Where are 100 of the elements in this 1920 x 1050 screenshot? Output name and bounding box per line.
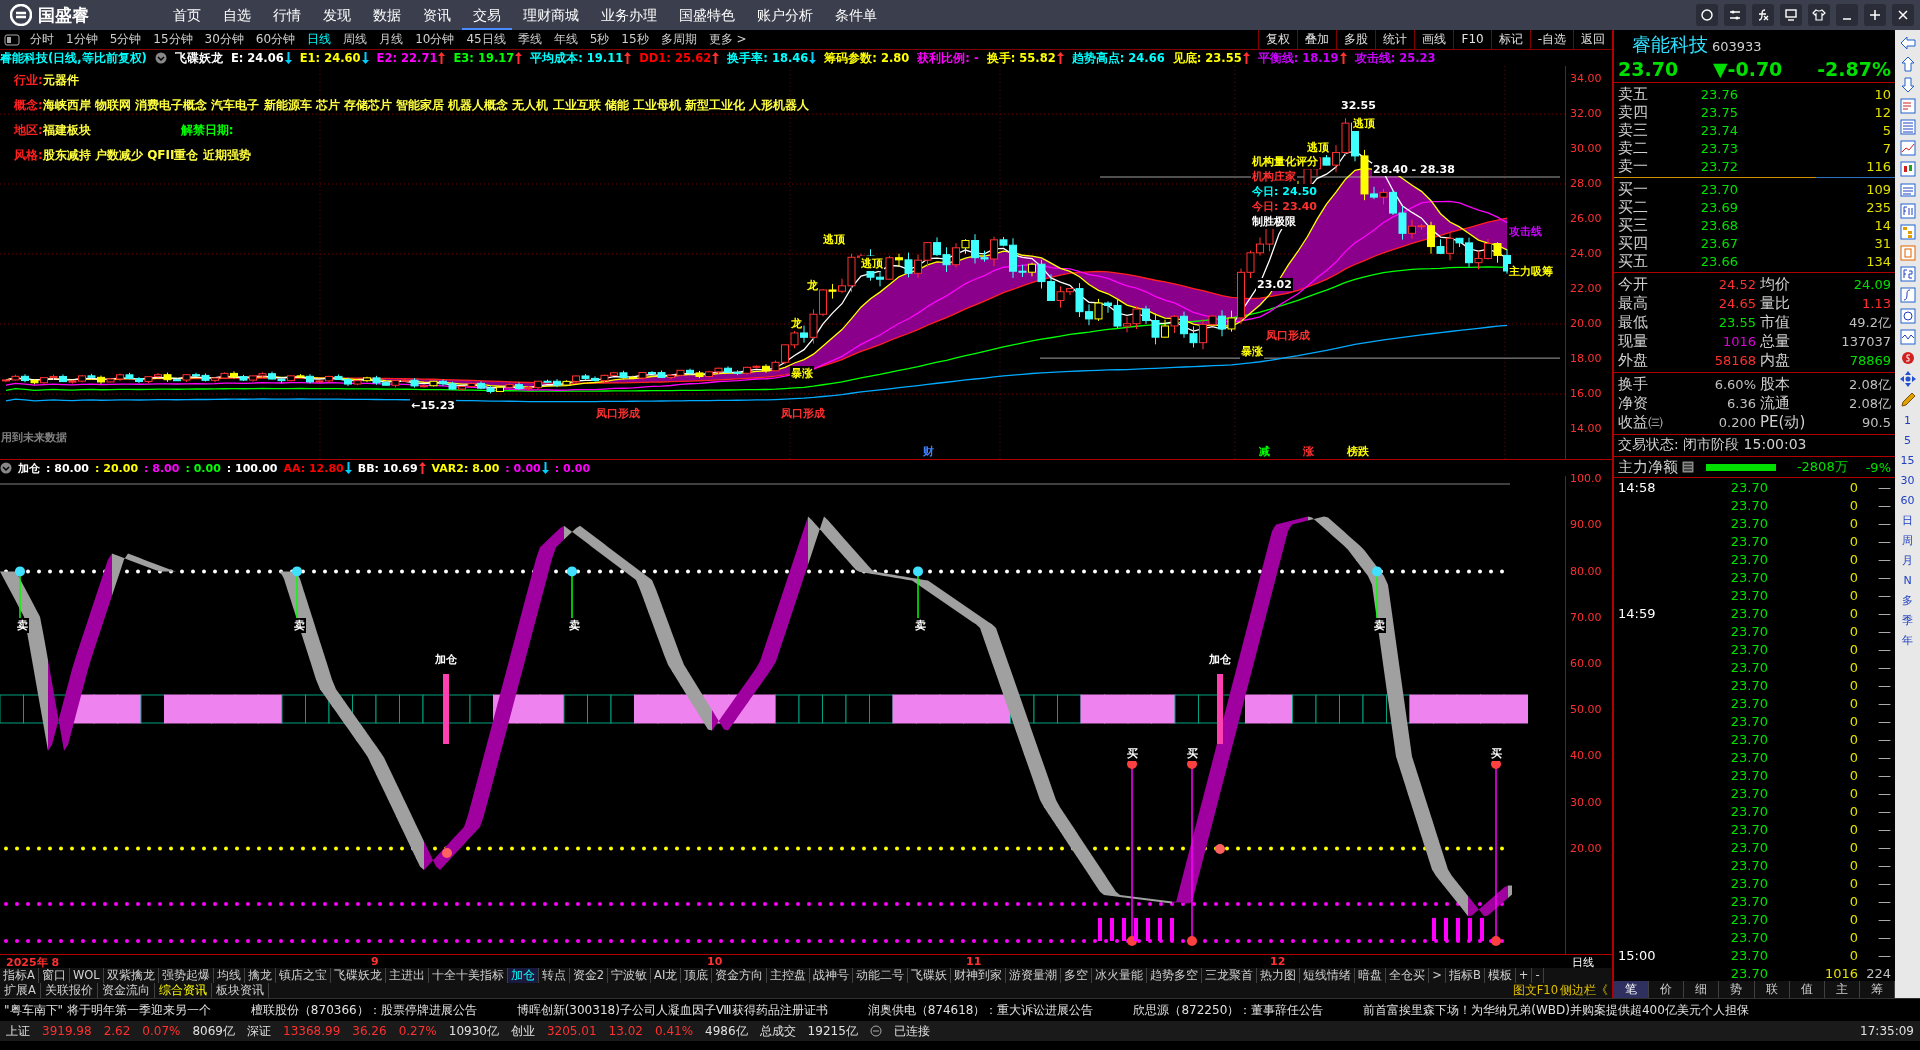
nav-tab[interactable]: 账户分析 xyxy=(746,0,824,30)
document-icon[interactable] xyxy=(1898,181,1917,199)
period-tab[interactable]: 周线 xyxy=(337,31,374,48)
tick-volume: 0 xyxy=(1848,587,1858,603)
toolbar-button[interactable]: 返回 xyxy=(1573,29,1612,50)
shirt-icon[interactable] xyxy=(1812,8,1826,22)
chevron-down-icon[interactable] xyxy=(154,52,167,65)
candlestick-icon[interactable] xyxy=(1898,160,1917,178)
square-icon[interactable] xyxy=(1898,244,1917,262)
nav-tab[interactable]: 首页 xyxy=(162,0,212,30)
table-icon[interactable] xyxy=(1898,118,1917,136)
chart-annotation: 龙 xyxy=(790,316,803,332)
tick-volume: 0 xyxy=(1848,713,1858,729)
period-shortcut[interactable]: 年 xyxy=(1902,632,1913,649)
close-icon[interactable] xyxy=(1896,8,1910,22)
f2-icon[interactable] xyxy=(1898,265,1917,283)
move-icon[interactable] xyxy=(1898,370,1917,388)
period-shortcut[interactable]: 30 xyxy=(1900,472,1915,489)
period-shortcut[interactable]: 60 xyxy=(1900,492,1915,509)
news-headline[interactable]: 欣思源（872250）：董事辞任公告 xyxy=(1133,1001,1324,1019)
bid-volume: 235 xyxy=(1865,200,1891,215)
toolbar-button[interactable]: 统计 xyxy=(1375,29,1415,50)
period-tab[interactable]: 季线 xyxy=(511,31,548,48)
list-check-icon[interactable] xyxy=(1898,97,1917,115)
period-shortcut[interactable]: 周 xyxy=(1902,532,1913,549)
period-tab[interactable]: 更多 > xyxy=(702,31,753,48)
period-tab[interactable]: 30分钟 xyxy=(198,31,250,48)
toolbar-button[interactable]: -自选 xyxy=(1529,29,1573,50)
period-tab[interactable]: 60分钟 xyxy=(249,31,302,48)
tick-price: 23.70 xyxy=(1729,695,1768,711)
news-headline[interactable]: 润奥供电（874618）：重大诉讼进展公告 xyxy=(867,1001,1094,1019)
monitor-icon[interactable] xyxy=(1784,8,1798,22)
toolbar-button[interactable]: F10 xyxy=(1453,29,1491,50)
period-tab[interactable]: 月线 xyxy=(373,31,410,48)
news-headline[interactable]: 博晖创新(300318)子公司人凝血因子Ⅷ获得药品注册证书 xyxy=(516,1001,828,1019)
tick-price: 23.70 xyxy=(1729,479,1768,495)
pencil-icon[interactable] xyxy=(1898,391,1917,409)
period-tab[interactable]: 分时 xyxy=(24,31,60,48)
tag-label: 地区: xyxy=(14,122,43,140)
period-shortcut[interactable]: 季 xyxy=(1902,612,1913,629)
line-chart-icon[interactable] xyxy=(1898,139,1917,157)
news-headline[interactable]: 前首富挨里森下场！为华纳兄弟(WBD)并购案提供超400亿美元个人担保 xyxy=(1363,1001,1749,1019)
indicator-tab[interactable]: 加仓 xyxy=(507,967,539,983)
bid-label: 买五 xyxy=(1618,252,1649,271)
period-tab[interactable]: 日线 xyxy=(301,31,338,48)
period-tab[interactable]: 5秒 xyxy=(583,31,616,48)
period-shortcut[interactable]: 15 xyxy=(1900,452,1915,469)
stat-label: 量比 xyxy=(1759,294,1791,313)
formula-icon[interactable] xyxy=(1756,8,1770,22)
period-tab[interactable]: 1分钟 xyxy=(60,31,104,48)
nav-tab[interactable]: 理财商城 xyxy=(512,0,590,30)
period-shortcut[interactable]: 多 xyxy=(1902,592,1913,609)
nav-tab[interactable]: 交易 xyxy=(462,0,512,30)
period-tab[interactable]: 年线 xyxy=(547,31,584,48)
f10-icon[interactable] xyxy=(1898,202,1917,220)
period-shortcut[interactable]: N xyxy=(1903,572,1912,589)
period-tab[interactable]: 15分钟 xyxy=(147,31,199,48)
panel-toggle-icon[interactable] xyxy=(4,33,20,46)
period-shortcut[interactable]: 日 xyxy=(1902,512,1913,529)
side-tab[interactable]: 笔 xyxy=(1614,981,1650,998)
period-shortcut[interactable]: 1 xyxy=(1904,412,1911,429)
tick-volume: 0 xyxy=(1848,821,1858,837)
news-headline[interactable]: 檀联股份（870366）：股票停牌进展公告 xyxy=(250,1001,477,1019)
nav-tab[interactable]: 业务办理 xyxy=(590,0,668,30)
panel-link[interactable]: 图文F10 xyxy=(1512,983,1558,998)
axis-label: 14.00 xyxy=(1570,422,1602,436)
nav-tab[interactable]: 行情 xyxy=(262,0,312,30)
buy-signal-label: 买 xyxy=(1186,746,1199,762)
period-tab[interactable]: 45日线 xyxy=(460,31,512,48)
nav-tab[interactable]: 数据 xyxy=(362,0,412,30)
period-shortcut[interactable]: 5 xyxy=(1904,432,1911,449)
nav-tab[interactable]: 自选 xyxy=(212,0,262,30)
toolbar-button[interactable]: 标记 xyxy=(1490,29,1530,50)
chart-annotation: 用到未来数据 xyxy=(0,430,68,446)
toolbar-button[interactable]: 复权 xyxy=(1258,29,1298,50)
toolbar-button[interactable]: 多股 xyxy=(1336,29,1376,50)
list-icon[interactable] xyxy=(1682,461,1694,473)
sliders-icon[interactable] xyxy=(1728,8,1742,22)
panel-link[interactable]: 侧边栏《 xyxy=(1560,983,1608,998)
period-tab[interactable]: 10分钟 xyxy=(409,31,461,48)
period-shortcut[interactable]: 月 xyxy=(1902,552,1913,569)
nav-tab[interactable]: 条件单 xyxy=(824,0,888,30)
stat-value: 1.13 xyxy=(1861,296,1891,311)
nav-tab[interactable]: 国盛特色 xyxy=(668,0,746,30)
toolbar-button[interactable]: 画线 xyxy=(1414,29,1454,50)
left-arrow-icon[interactable] xyxy=(1898,34,1917,52)
news-headline[interactable]: "粤车南下" 将于明年第一季迎来另一个 xyxy=(4,1001,211,1019)
tick-volume: 0 xyxy=(1848,803,1858,819)
nav-tab[interactable]: 发现 xyxy=(312,0,362,30)
maximize-icon[interactable] xyxy=(1868,8,1882,22)
period-tab[interactable]: 15秒 xyxy=(615,31,655,48)
period-tab[interactable]: 5分钟 xyxy=(103,31,148,48)
toolbar-button[interactable]: 叠加 xyxy=(1297,29,1337,50)
nav-tab[interactable]: 资讯 xyxy=(412,0,462,30)
indicator-value: E: 24.06 xyxy=(230,51,284,66)
tick-price: 23.70 xyxy=(1729,839,1768,855)
wave-chart-icon[interactable] xyxy=(1898,328,1917,346)
chevron-down-icon[interactable] xyxy=(0,462,12,475)
period-tab[interactable]: 多周期 xyxy=(654,31,703,48)
index-name: 创业 xyxy=(510,1022,535,1040)
